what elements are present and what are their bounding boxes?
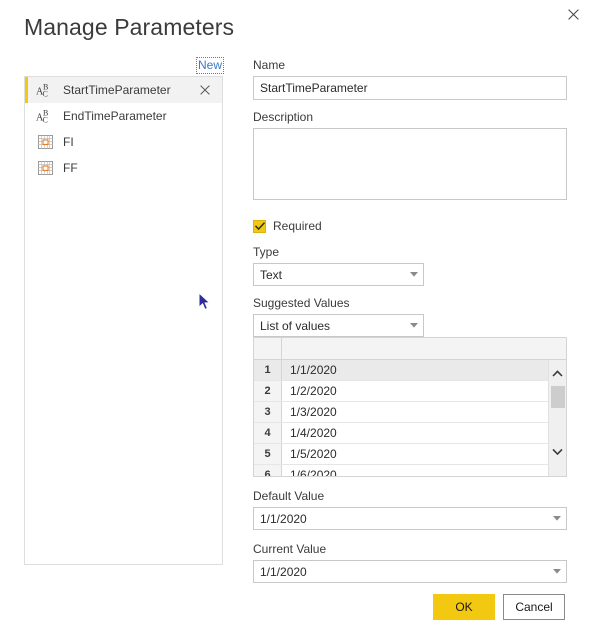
required-checkbox-row[interactable]: Required bbox=[253, 217, 567, 235]
current-value-dropdown[interactable]: 1/1/2020 bbox=[253, 560, 567, 583]
table-row-index: 2 bbox=[254, 381, 282, 401]
svg-text:C: C bbox=[42, 116, 47, 125]
list-item-label: FF bbox=[63, 161, 78, 175]
scroll-down-icon[interactable] bbox=[549, 442, 566, 460]
table-grid-icon bbox=[35, 159, 55, 177]
table-body: 1 1/1/2020 2 1/2/2020 3 1/3/2020 4 1/4/2… bbox=[254, 360, 566, 476]
table-row-value[interactable]: 1/1/2020 bbox=[282, 360, 566, 380]
new-parameter-link[interactable]: New bbox=[196, 57, 225, 74]
default-value-dropdown-value: 1/1/2020 bbox=[260, 511, 307, 526]
table-row-value[interactable]: 1/3/2020 bbox=[282, 402, 566, 422]
table-row[interactable]: 2 1/2/2020 bbox=[254, 381, 566, 402]
required-label: Required bbox=[273, 219, 322, 233]
required-checkbox[interactable] bbox=[253, 219, 266, 233]
list-item[interactable]: FF bbox=[25, 155, 222, 181]
list-item[interactable]: A B C StartTimeParameter bbox=[25, 77, 222, 103]
list-item-label: EndTimeParameter bbox=[63, 109, 167, 123]
table-header-row bbox=[254, 338, 566, 360]
list-item-label: FI bbox=[63, 135, 74, 149]
parameter-form: Name Description Required Type Text Sugg… bbox=[253, 58, 567, 583]
suggested-values-label: Suggested Values bbox=[253, 296, 350, 310]
type-label: Type bbox=[253, 245, 280, 259]
values-table[interactable]: 1 1/1/2020 2 1/2/2020 3 1/3/2020 4 1/4/2… bbox=[253, 337, 567, 477]
ok-button[interactable]: OK bbox=[433, 594, 495, 620]
default-value-label: Default Value bbox=[253, 489, 325, 503]
description-input[interactable] bbox=[253, 128, 567, 200]
table-row-index: 6 bbox=[254, 465, 282, 476]
current-value-label: Current Value bbox=[253, 542, 327, 556]
name-label: Name bbox=[253, 58, 286, 72]
close-button[interactable] bbox=[560, 2, 586, 26]
suggested-values-dropdown[interactable]: List of values bbox=[253, 314, 424, 337]
delete-parameter-button[interactable] bbox=[194, 79, 216, 101]
table-grid-icon bbox=[35, 133, 55, 151]
description-label: Description bbox=[253, 110, 314, 124]
table-header-index bbox=[254, 338, 282, 359]
chevron-down-icon bbox=[405, 272, 423, 277]
table-scrollbar[interactable] bbox=[548, 360, 566, 476]
list-item[interactable]: FI bbox=[25, 129, 222, 155]
table-row-value[interactable]: 1/4/2020 bbox=[282, 423, 566, 443]
abc-text-icon: A B C bbox=[35, 81, 55, 99]
table-row-value[interactable]: 1/6/2020 bbox=[282, 465, 566, 476]
parameter-list[interactable]: A B C StartTimeParameter A B C EndTimePa… bbox=[24, 76, 223, 565]
name-input[interactable] bbox=[253, 76, 567, 100]
scrollbar-thumb[interactable] bbox=[551, 386, 565, 408]
table-row[interactable]: 5 1/5/2020 bbox=[254, 444, 566, 465]
page-title: Manage Parameters bbox=[24, 14, 235, 40]
table-header-value bbox=[282, 338, 566, 359]
svg-text:C: C bbox=[42, 90, 47, 99]
default-value-dropdown[interactable]: 1/1/2020 bbox=[253, 507, 567, 530]
cancel-button[interactable]: Cancel bbox=[503, 594, 565, 620]
table-row-index: 5 bbox=[254, 444, 282, 464]
list-item-label: StartTimeParameter bbox=[63, 83, 171, 97]
table-row-value[interactable]: 1/5/2020 bbox=[282, 444, 566, 464]
table-row-index: 4 bbox=[254, 423, 282, 443]
type-dropdown[interactable]: Text bbox=[253, 263, 424, 286]
chevron-down-icon bbox=[548, 569, 566, 574]
table-row[interactable]: 6 1/6/2020 bbox=[254, 465, 566, 476]
list-item[interactable]: A B C EndTimeParameter bbox=[25, 103, 222, 129]
close-icon bbox=[567, 8, 579, 20]
suggested-values-dropdown-value: List of values bbox=[260, 318, 331, 333]
table-row-index: 3 bbox=[254, 402, 282, 422]
type-dropdown-value: Text bbox=[260, 267, 283, 282]
table-row[interactable]: 4 1/4/2020 bbox=[254, 423, 566, 444]
chevron-down-icon bbox=[548, 516, 566, 521]
current-value-dropdown-value: 1/1/2020 bbox=[260, 564, 307, 579]
table-row[interactable]: 1 1/1/2020 bbox=[254, 360, 566, 381]
abc-text-icon: A B C bbox=[35, 107, 55, 125]
scroll-up-icon[interactable] bbox=[549, 364, 566, 382]
table-row-value[interactable]: 1/2/2020 bbox=[282, 381, 566, 401]
dialog-footer: OK Cancel bbox=[0, 594, 594, 620]
chevron-down-icon bbox=[405, 323, 423, 328]
table-row[interactable]: 3 1/3/2020 bbox=[254, 402, 566, 423]
table-row-index: 1 bbox=[254, 360, 282, 380]
